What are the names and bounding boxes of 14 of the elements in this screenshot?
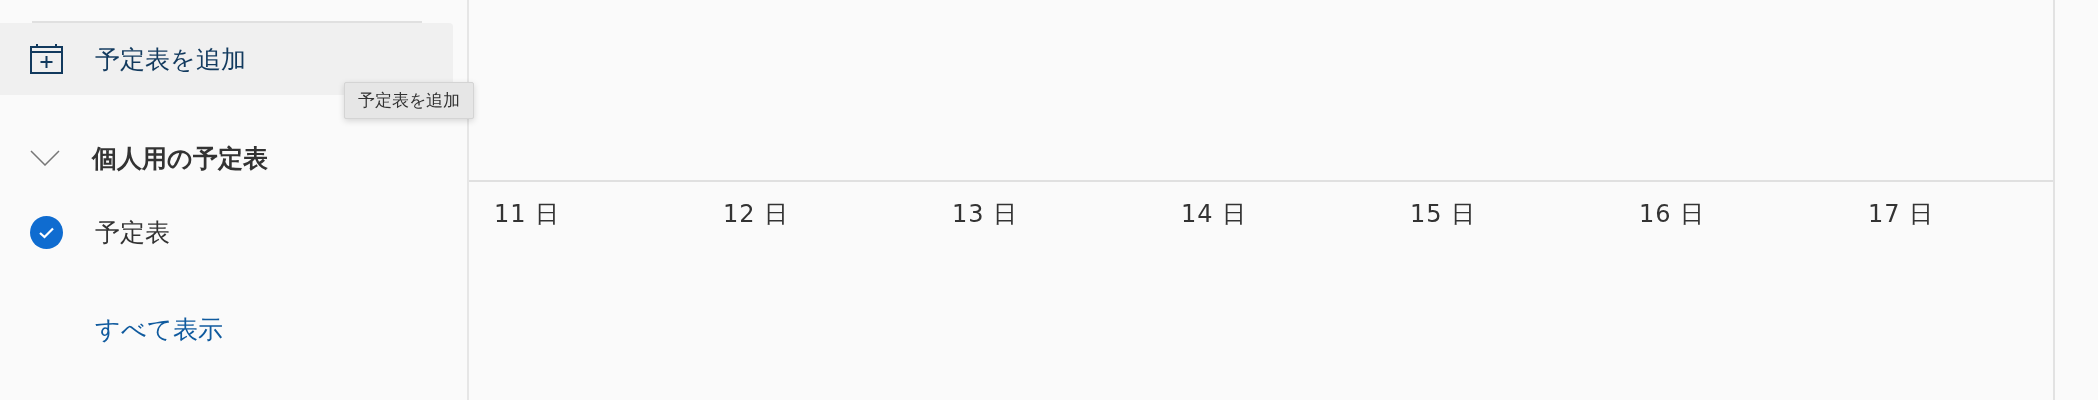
calendar-add-icon	[30, 44, 63, 74]
day-label: 13 日	[952, 199, 1019, 230]
tooltip: 予定表を追加	[344, 82, 474, 119]
day-label: 12 日	[723, 199, 790, 230]
day-label: 14 日	[1181, 199, 1248, 230]
calendar-name: 予定表	[95, 216, 170, 249]
day-label: 11 日	[494, 199, 561, 230]
chevron-icon[interactable]	[30, 150, 60, 166]
show-all-link[interactable]: すべて表示	[95, 313, 223, 346]
check-icon[interactable]	[30, 215, 63, 249]
day-label: 16 日	[1639, 199, 1706, 230]
day-label: 15 日	[1410, 199, 1477, 230]
group-title: 個人用の予定表	[92, 142, 268, 175]
day-label: 17 日	[1868, 199, 1935, 230]
